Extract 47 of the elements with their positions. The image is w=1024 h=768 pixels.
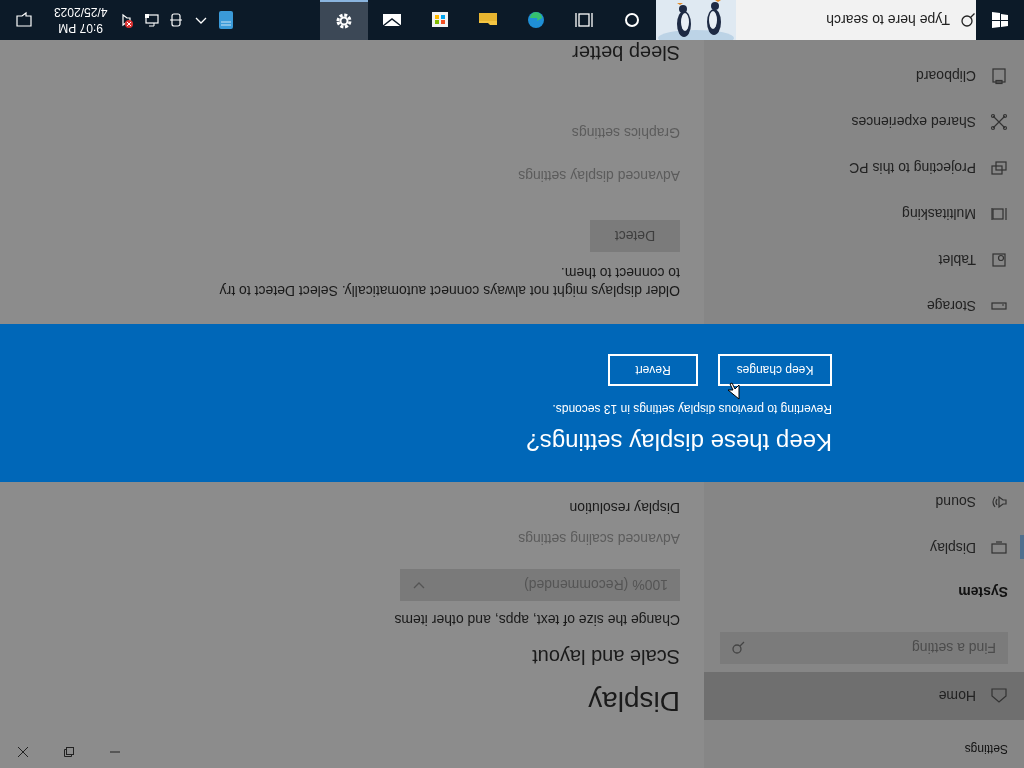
sidebar-item[interactable]: Display <box>704 525 1024 571</box>
projecting-icon <box>990 159 1008 177</box>
description-text: Older displays might not always connect automatically. Select Detect to try to connect to them. <box>218 264 680 300</box>
section-heading: Scale and layout <box>531 645 680 670</box>
tablet-icon <box>990 251 1008 269</box>
section-heading: Sleep better <box>571 41 680 66</box>
taskbar-search-field[interactable]: Type here to search <box>752 8 952 32</box>
cortana-icon[interactable] <box>622 10 642 30</box>
sidebar-item[interactable]: Tablet <box>704 237 1024 283</box>
keep-button[interactable]: Keep changes <box>718 354 832 386</box>
dialog-title: Keep these display settings? <box>525 428 832 458</box>
sidebar-item[interactable]: Shared experiences <box>704 99 1024 145</box>
sidebar-item[interactable]: Projecting to this PC <box>704 145 1024 191</box>
window-title: Settings <box>963 741 1009 758</box>
speaker-icon <box>990 493 1008 511</box>
cursor-icon <box>728 382 740 400</box>
dialog-message: Reverting to previous display settings in 13 seconds. <box>551 401 832 418</box>
taskbar-search-box[interactable]: Type here to search <box>656 0 976 40</box>
maximize-icon[interactable] <box>61 744 77 760</box>
home-item[interactable]: Home <box>704 672 1024 720</box>
sidebar-item[interactable]: Multitasking <box>704 191 1024 237</box>
close-icon[interactable] <box>15 744 31 760</box>
display-icon <box>990 539 1008 557</box>
search-icon <box>730 640 746 656</box>
notification-icon[interactable] <box>15 11 33 29</box>
shared-icon <box>990 113 1008 131</box>
notes-icon[interactable] <box>216 10 235 30</box>
sidebar-item[interactable]: Clipboard <box>704 53 1024 99</box>
settings-icon[interactable] <box>334 11 354 31</box>
task-view-icon[interactable] <box>574 10 594 30</box>
page-title: Display <box>587 685 680 719</box>
windows-icon[interactable] <box>992 12 1008 28</box>
multitasking-icon <box>990 205 1008 223</box>
search-icon <box>960 12 976 28</box>
section-heading: System <box>957 583 1009 602</box>
store-icon[interactable] <box>430 10 450 30</box>
clipboard-icon <box>990 67 1008 85</box>
revert-button[interactable]: Revert <box>608 354 698 386</box>
clock[interactable]: 9:07 PM 4/25/2023 <box>48 4 114 36</box>
home-icon <box>990 687 1008 705</box>
chevron-up-icon[interactable] <box>194 15 207 25</box>
edge-icon[interactable] <box>526 10 546 30</box>
sidebar-item[interactable]: Storage <box>704 283 1024 329</box>
setting-label: Change the size of text, apps, and other items <box>393 611 680 630</box>
chevron-down-icon <box>412 580 426 590</box>
sidebar-item[interactable]: Sound <box>704 479 1024 525</box>
setting-label: Display resolution <box>568 499 680 518</box>
